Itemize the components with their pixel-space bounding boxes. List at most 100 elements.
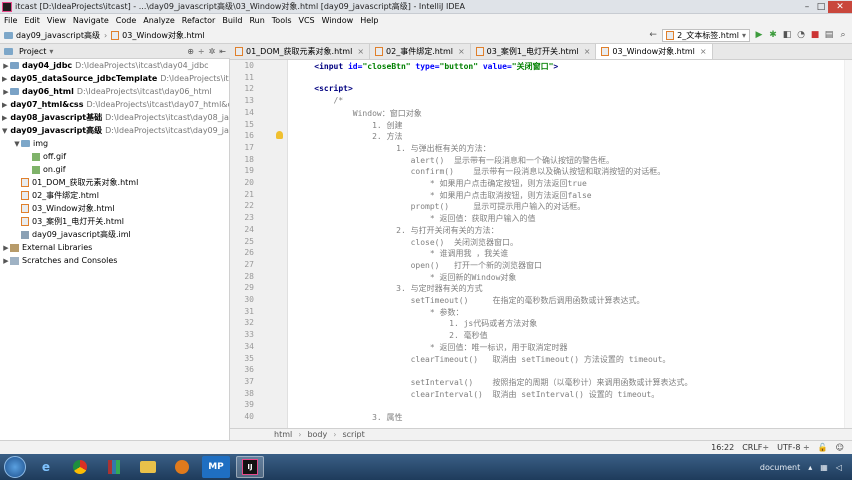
explorer-icon[interactable] <box>134 456 162 478</box>
lock-icon[interactable]: 🔓 <box>818 443 828 452</box>
menu-refactor[interactable]: Refactor <box>182 16 216 25</box>
tree-item[interactable]: 03_案例1_电灯开关.html <box>0 215 229 228</box>
close-tab-icon[interactable]: × <box>458 47 465 56</box>
menu-build[interactable]: Build <box>222 16 242 25</box>
collapsed-arrow-icon[interactable]: ▶ <box>2 101 7 109</box>
tree-item-name: img <box>33 139 49 148</box>
tree-item[interactable]: ▶ day07_html&css D:\IdeaProjects\itcast\da… <box>0 98 229 111</box>
menu-edit[interactable]: Edit <box>24 16 40 25</box>
start-button[interactable] <box>4 456 26 478</box>
html-file-icon <box>111 30 120 40</box>
intellij-taskbar-icon[interactable]: IJ <box>236 456 264 478</box>
archive-icon[interactable] <box>100 456 128 478</box>
coverage-icon[interactable]: ◧ <box>782 30 792 40</box>
media-icon[interactable] <box>168 456 196 478</box>
menu-view[interactable]: View <box>47 16 66 25</box>
editor-tab[interactable]: 03_Window对象.html × <box>596 44 713 59</box>
breadcrumb-file[interactable]: 03_Window对象.html <box>111 30 205 41</box>
tree-item-path: D:\IdeaProjects\itcast\day08_java <box>105 113 230 122</box>
chevron-down-icon[interactable]: ▾ <box>49 47 53 56</box>
menu-analyze[interactable]: Analyze <box>143 16 175 25</box>
collapsed-arrow-icon[interactable]: ▶ <box>2 257 10 265</box>
tree-item[interactable]: ▶ day08_javascript基础 D:\IdeaProjects\itcas… <box>0 111 229 124</box>
code-editor[interactable]: <input id="closeBtn" type="button" value… <box>289 60 852 428</box>
collapsed-arrow-icon[interactable]: ▶ <box>2 114 7 122</box>
code-comment-line: prompt() 显示可提示用户输入的对话框。 <box>295 202 586 212</box>
editor-tab[interactable]: 03_案例1_电灯开关.html × <box>471 44 597 59</box>
tree-item[interactable]: ▶ day06_html D:\IdeaProjects\itcast\day06_… <box>0 85 229 98</box>
network-icon[interactable]: ▦ <box>820 463 828 472</box>
intellij-taskbar-label: IJ <box>242 459 258 475</box>
menu-help[interactable]: Help <box>360 16 378 25</box>
menu-run[interactable]: Run <box>249 16 264 25</box>
volume-icon[interactable]: ◁ <box>836 463 842 472</box>
close-tab-icon[interactable]: × <box>357 47 364 56</box>
close-tab-icon[interactable]: × <box>584 47 591 56</box>
tree-item[interactable]: 01_DOM_获取元素对象.html <box>0 176 229 189</box>
editor-crumb-html[interactable]: html <box>274 430 292 439</box>
collapsed-arrow-icon[interactable]: ▶ <box>2 244 10 252</box>
chrome-icon[interactable] <box>66 456 94 478</box>
line-separator[interactable]: CRLF÷ <box>742 443 769 452</box>
tree-item-name: 03_Window对象.html <box>32 204 115 213</box>
project-panel-title[interactable]: Project <box>19 47 46 56</box>
gear-icon[interactable]: ✲ <box>209 47 216 56</box>
tree-item[interactable]: ▶ Scratches and Consoles <box>0 254 229 267</box>
collapsed-arrow-icon[interactable]: ▶ <box>2 88 10 96</box>
tray-label[interactable]: document <box>760 463 800 472</box>
tree-item[interactable]: off.gif <box>0 150 229 163</box>
collapsed-arrow-icon[interactable]: ▶ <box>2 62 10 70</box>
close-window-button[interactable]: ✕ <box>828 0 852 13</box>
debug-icon[interactable]: ✱ <box>768 30 778 40</box>
tree-item[interactable]: ▶ External Libraries <box>0 241 229 254</box>
caret-position[interactable]: 16:22 <box>711 443 734 452</box>
mp-app-icon[interactable]: MP <box>202 456 230 478</box>
expanded-arrow-icon[interactable]: ▼ <box>13 140 21 148</box>
tree-item[interactable]: 02_事件绑定.html <box>0 189 229 202</box>
collapsed-arrow-icon[interactable]: ▶ <box>2 75 7 83</box>
back-arrow-icon[interactable]: ← <box>648 30 658 40</box>
crumb-separator-icon: › <box>298 430 302 439</box>
menu-window[interactable]: Window <box>322 16 354 25</box>
editor-crumb-script[interactable]: script <box>342 430 364 439</box>
tray-arrow-icon[interactable]: ▴ <box>808 463 812 472</box>
editor-tab[interactable]: 02_事件绑定.html × <box>370 44 471 59</box>
editor-crumb-body[interactable]: body <box>307 430 327 439</box>
close-tab-icon[interactable]: × <box>700 47 707 56</box>
run-icon[interactable]: ▶ <box>754 30 764 40</box>
editor-tab[interactable]: 01_DOM_获取元素对象.html × <box>230 44 371 59</box>
stop-icon[interactable]: ■ <box>810 30 820 40</box>
tree-item[interactable]: ▼ img <box>0 137 229 150</box>
tree-item[interactable]: day09_javascript高级.iml <box>0 228 229 241</box>
tree-item[interactable]: on.gif <box>0 163 229 176</box>
inspector-icon[interactable]: ☺ <box>836 443 844 452</box>
line-number: 24 <box>244 224 254 234</box>
minimize-button[interactable]: – <box>800 1 814 13</box>
structure-icon[interactable]: ▤ <box>824 30 834 40</box>
search-icon[interactable]: ⌕ <box>838 30 848 40</box>
menu-file[interactable]: File <box>4 16 17 25</box>
run-config-select[interactable]: 2_文本标签.html ▾ <box>662 28 750 42</box>
tree-item[interactable]: ▼ day09_javascript高级 D:\IdeaProjects\itcas… <box>0 124 229 137</box>
collapse-icon[interactable]: ÷ <box>198 47 205 56</box>
maximize-button[interactable]: □ <box>814 1 828 13</box>
menu-tools[interactable]: Tools <box>272 16 292 25</box>
expanded-arrow-icon[interactable]: ▼ <box>2 127 7 135</box>
code-comment-line: open() 打开一个新的浏览器窗口 <box>295 260 542 270</box>
locate-icon[interactable]: ⊕ <box>187 47 194 56</box>
menu-vcs[interactable]: VCS <box>299 16 315 25</box>
editor-scrollbar[interactable] <box>844 60 852 428</box>
file-encoding[interactable]: UTF-8 ÷ <box>777 443 810 452</box>
menu-code[interactable]: Code <box>116 16 136 25</box>
chevron-down-icon: ▾ <box>741 30 746 40</box>
hide-icon[interactable]: ⇤ <box>219 47 226 56</box>
ie-icon[interactable]: e <box>32 456 60 478</box>
menu-navigate[interactable]: Navigate <box>73 16 109 25</box>
lightbulb-icon[interactable] <box>276 131 283 139</box>
tree-item[interactable]: 03_Window对象.html <box>0 202 229 215</box>
tree-item[interactable]: ▶ day04_jdbc D:\IdeaProjects\itcast\day04_… <box>0 59 229 72</box>
profile-icon[interactable]: ◔ <box>796 30 806 40</box>
breadcrumb-project[interactable]: day09_javascript高级 › <box>4 30 107 41</box>
tree-item[interactable]: ▶ day05_dataSource_jdbcTemplate D:\IdeaPro… <box>0 72 229 85</box>
